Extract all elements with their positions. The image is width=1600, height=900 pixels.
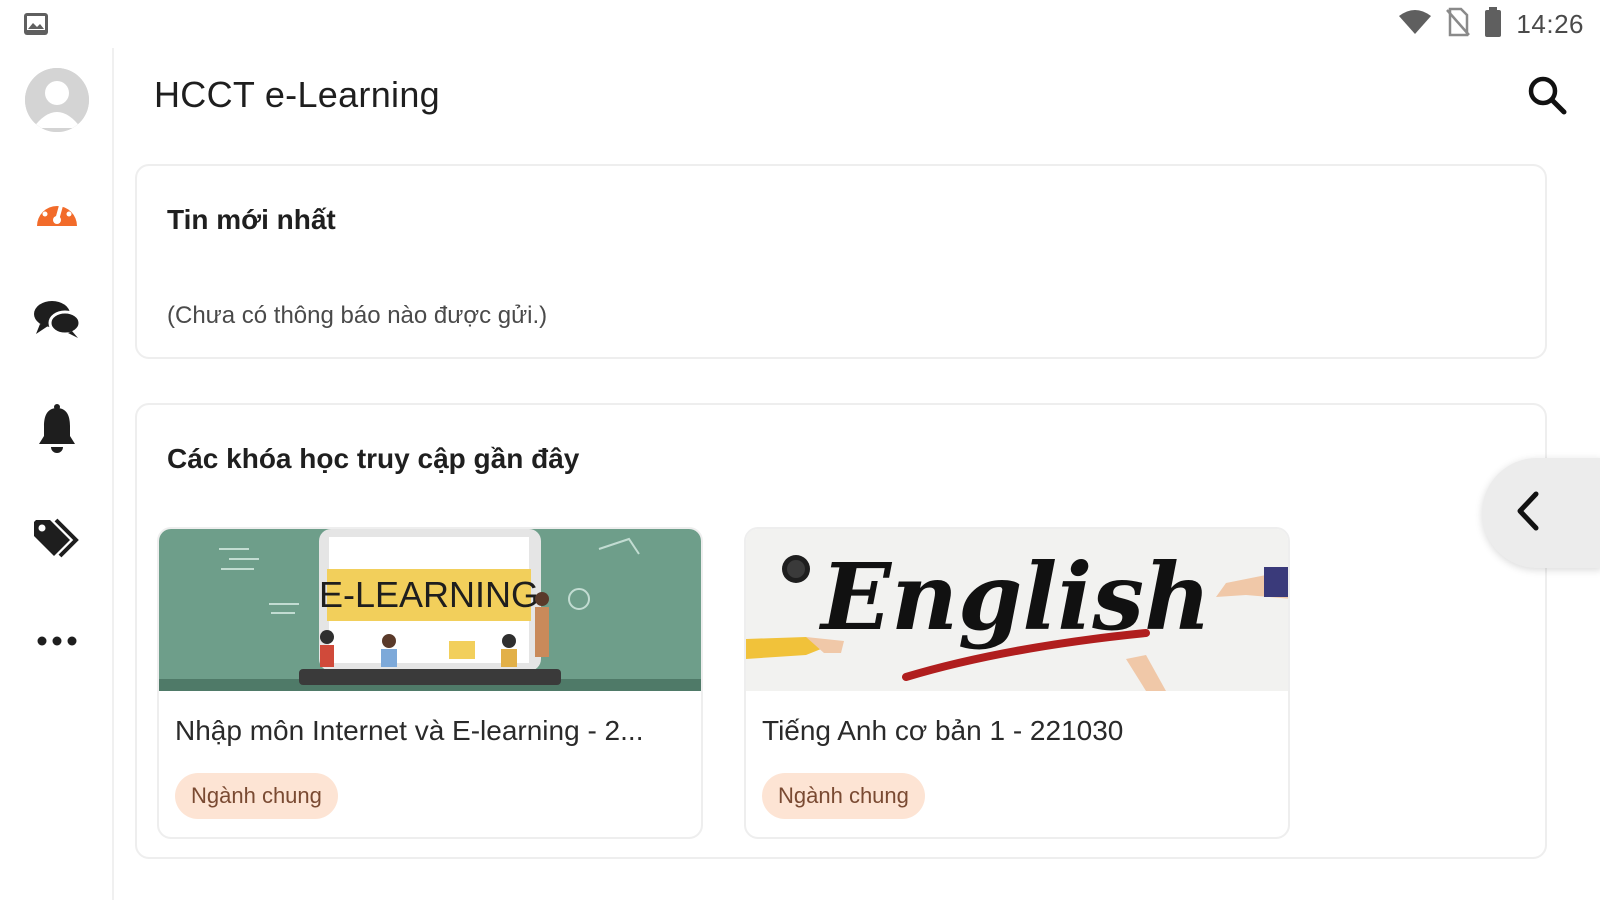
latest-news-title: Tin mới nhất <box>167 204 336 235</box>
search-button[interactable] <box>1522 72 1572 122</box>
recent-courses-title: Các khóa học truy cập gần đây <box>167 443 580 474</box>
no-sim-icon <box>1446 7 1471 42</box>
bell-icon <box>36 404 78 459</box>
clock: 14:26 <box>1516 8 1584 39</box>
rail-item-more[interactable] <box>0 634 114 652</box>
wifi-icon <box>1398 9 1432 40</box>
dashboard-icon <box>33 188 81 235</box>
latest-news-card: Tin mới nhất (Chưa có thông báo nào được… <box>135 164 1547 359</box>
image-icon <box>22 10 50 38</box>
recent-courses-card: Các khóa học truy cập gần đây E-LEARNING… <box>135 403 1547 859</box>
course-card[interactable]: E-LEARNING Nhập môn Internet và E-learni… <box>157 527 703 839</box>
course-thumbnail: E-LEARNING <box>159 529 701 691</box>
status-bar: 14:26 <box>0 0 1600 48</box>
avatar-button[interactable] <box>0 68 114 132</box>
chevron-left-icon <box>1512 490 1544 537</box>
drawer-toggle-button[interactable] <box>1482 458 1600 568</box>
battery-icon <box>1484 6 1502 42</box>
side-rail <box>0 48 114 900</box>
user-avatar-icon <box>25 68 89 132</box>
rail-item-tags[interactable] <box>0 518 114 567</box>
course-thumbnail: English <box>746 529 1288 691</box>
course-tag: Ngành chung <box>175 773 338 819</box>
search-icon <box>1527 75 1567 120</box>
rail-item-messages[interactable] <box>0 298 114 345</box>
chat-icon <box>32 298 82 345</box>
course-card[interactable]: English Tiếng Anh cơ bản 1 - 221030 Ngàn… <box>744 527 1290 839</box>
more-horizontal-icon <box>36 634 78 652</box>
status-icons: 14:26 <box>1398 6 1584 42</box>
latest-news-empty-text: (Chưa có thông báo nào được gửi.) <box>167 302 548 329</box>
rail-item-notifications[interactable] <box>0 404 114 459</box>
app-root: 14:26 HCCT e-Learning Tin mới nhất (Chưa… <box>0 0 1600 900</box>
page-title: HCCT e-Learning <box>154 74 440 115</box>
tag-icon <box>32 518 82 567</box>
app-header: HCCT e-Learning <box>114 48 1600 148</box>
english-banner-text: English <box>818 543 1211 651</box>
course-tag: Ngành chung <box>762 773 925 819</box>
elearning-banner-text: E-LEARNING <box>319 574 539 615</box>
rail-item-dashboard[interactable] <box>0 188 114 235</box>
course-name: Nhập môn Internet và E-learning - 2... <box>175 715 644 746</box>
course-name: Tiếng Anh cơ bản 1 - 221030 <box>762 715 1124 746</box>
